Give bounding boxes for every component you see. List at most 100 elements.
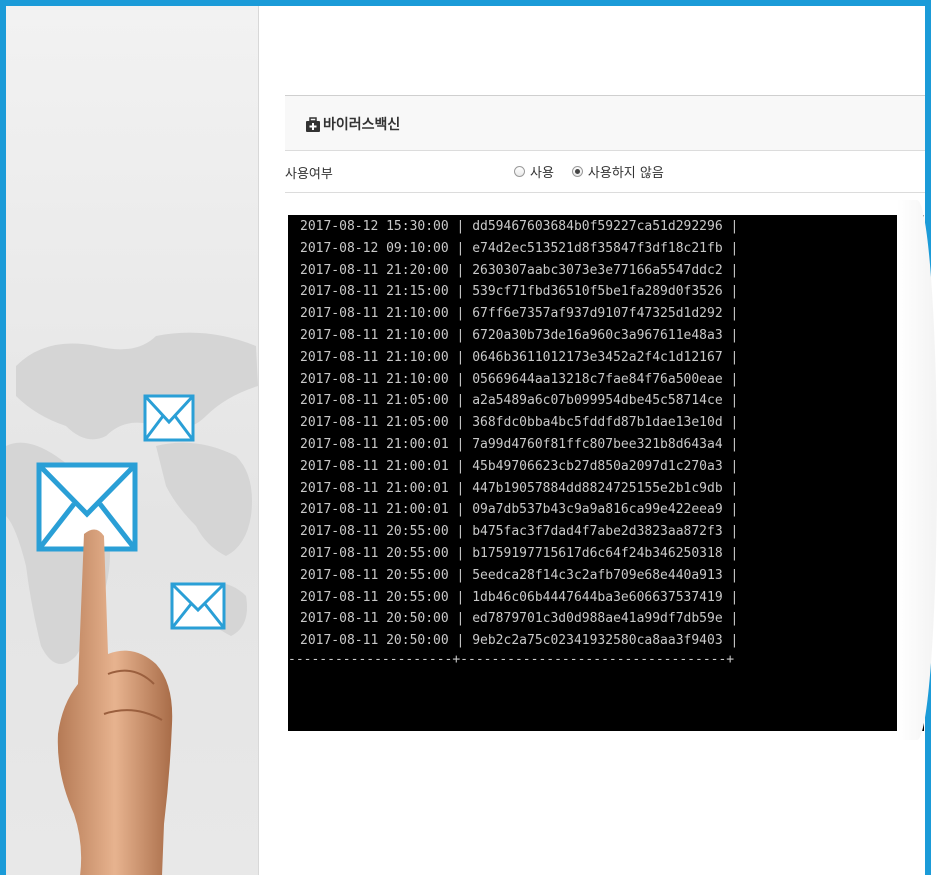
terminal-row: 2017-08-11 21:10:00 | 05669644aa13218c7f… bbox=[300, 369, 738, 390]
column-separator: | bbox=[722, 611, 739, 627]
terminal-time: 2017-08-11 21:10:00 bbox=[300, 371, 449, 387]
column-separator: | bbox=[722, 567, 739, 583]
column-separator: | bbox=[448, 589, 473, 605]
column-separator: | bbox=[722, 240, 739, 256]
terminal-time: 2017-08-11 21:10:00 bbox=[300, 349, 449, 365]
usage-label: 사용여부 bbox=[285, 167, 333, 182]
radio-not-use-label[interactable]: 사용하지 않음 bbox=[588, 162, 664, 181]
terminal-row: 2017-08-11 21:00:01 | 45b49706623cb27d85… bbox=[300, 456, 738, 477]
terminal-hash: 9eb2c2a75c02341932580ca8aa3f9403 bbox=[472, 633, 723, 649]
terminal-hash: 0646b3611012173e3452a2f4c1d12167 bbox=[472, 349, 723, 365]
terminal-hash: b1759197715617d6c64f24b346250318 bbox=[472, 546, 723, 561]
terminal-time: 2017-08-11 20:55:00 bbox=[300, 524, 449, 540]
terminal-row: 2017-08-12 09:10:00 | e74d2ec513521d8f35… bbox=[300, 238, 738, 259]
column-separator: | bbox=[722, 284, 739, 300]
terminal-time: 2017-08-12 09:10:00 bbox=[300, 240, 449, 256]
column-separator: | bbox=[448, 240, 473, 256]
column-separator: | bbox=[448, 502, 473, 518]
column-separator: | bbox=[448, 524, 473, 540]
main-content: 바이러스백신 사용여부 사용 사용하지 않음 2017-08-12 15:30:… bbox=[258, 6, 925, 875]
terminal-time: 2017-08-11 21:00:01 bbox=[300, 502, 449, 518]
terminal-time: 2017-08-11 21:05:00 bbox=[300, 393, 449, 409]
column-separator: | bbox=[722, 437, 739, 452]
column-separator: | bbox=[448, 349, 473, 365]
terminal-hash: 447b19057884dd8824725155e2b1c9db bbox=[472, 480, 723, 496]
terminal-row: 2017-08-11 20:55:00 | b1759197715617d6c6… bbox=[300, 543, 738, 564]
terminal-row: 2017-08-12 15:30:00 | dd59467603684b0f59… bbox=[300, 216, 738, 237]
column-separator: | bbox=[722, 371, 739, 387]
terminal-row: 2017-08-11 21:05:00 | 368fdc0bba4bc5fddf… bbox=[300, 412, 738, 433]
terminal-footer-separator: ---------------------+------------------… bbox=[288, 652, 735, 667]
column-separator: | bbox=[448, 546, 473, 561]
column-separator: | bbox=[722, 262, 739, 278]
terminal-hash: 7a99d4760f81ffc807bee321b8d643a4 bbox=[472, 437, 723, 452]
decorative-banner bbox=[6, 6, 259, 875]
column-separator: | bbox=[448, 284, 473, 300]
column-separator: | bbox=[448, 371, 473, 387]
terminal-hash: 2630307aabc3073e3e77166a5547ddc2 bbox=[472, 262, 723, 278]
column-separator: | bbox=[722, 306, 739, 322]
column-separator: | bbox=[722, 480, 739, 496]
terminal-hash: 67ff6e7357af937d9107f47325d1d292 bbox=[472, 306, 723, 322]
column-separator: | bbox=[722, 633, 739, 649]
terminal-time: 2017-08-11 20:50:00 bbox=[300, 633, 449, 649]
terminal-hash: ed7879701c3d0d988ae41a99df7db59e bbox=[472, 611, 723, 627]
terminal-hash: 09a7db537b43c9a9a816ca99e422eea9 bbox=[472, 502, 723, 518]
terminal-row: 2017-08-11 21:00:01 | 7a99d4760f81ffc807… bbox=[300, 434, 738, 455]
terminal-time: 2017-08-11 20:55:00 bbox=[300, 546, 449, 561]
terminal-hash: 05669644aa13218c7fae84f76a500eae bbox=[472, 371, 723, 387]
terminal-time: 2017-08-11 21:00:01 bbox=[300, 480, 449, 496]
terminal-hash: a2a5489a6c07b099954dbe45c58714ce bbox=[472, 393, 723, 409]
column-separator: | bbox=[722, 415, 739, 431]
column-separator: | bbox=[722, 458, 739, 474]
terminal-row: 2017-08-11 21:10:00 | 6720a30b73de16a960… bbox=[300, 325, 738, 346]
terminal-time: 2017-08-11 21:15:00 bbox=[300, 284, 449, 300]
terminal-row: 2017-08-11 20:55:00 | 1db46c06b4447644ba… bbox=[300, 587, 738, 608]
usage-radio-group: 사용 사용하지 않음 bbox=[514, 162, 682, 181]
column-separator: | bbox=[448, 306, 473, 322]
terminal-hash: 5eedca28f14c3c2afb709e68e440a913 bbox=[472, 567, 723, 583]
terminal-hash: 1db46c06b4447644ba3e606637537419 bbox=[472, 589, 723, 605]
terminal-row: 2017-08-11 21:10:00 | 67ff6e7357af937d91… bbox=[300, 303, 738, 324]
usage-setting-row: 사용여부 사용 사용하지 않음 bbox=[285, 151, 925, 193]
terminal-time: 2017-08-11 21:00:01 bbox=[300, 458, 449, 474]
terminal-output: 2017-08-12 15:30:00 | dd59467603684b0f59… bbox=[288, 215, 924, 731]
column-separator: | bbox=[722, 524, 739, 540]
radio-use[interactable] bbox=[514, 166, 525, 177]
section-header: 바이러스백신 bbox=[285, 95, 925, 151]
column-separator: | bbox=[448, 262, 473, 278]
terminal-time: 2017-08-11 21:10:00 bbox=[300, 306, 449, 322]
terminal-row: 2017-08-11 21:20:00 | 2630307aabc3073e3e… bbox=[300, 260, 738, 281]
terminal-time: 2017-08-11 20:55:00 bbox=[300, 567, 449, 583]
radio-use-label[interactable]: 사용 bbox=[530, 162, 554, 181]
section-title: 바이러스백신 bbox=[323, 117, 401, 133]
terminal-time: 2017-08-11 21:20:00 bbox=[300, 262, 449, 278]
column-separator: | bbox=[448, 611, 473, 627]
terminal-time: 2017-08-11 21:10:00 bbox=[300, 328, 449, 343]
radio-not-use[interactable] bbox=[571, 166, 583, 177]
terminal-hash: e74d2ec513521d8f35847f3df18c21fb bbox=[472, 240, 723, 256]
terminal-time: 2017-08-12 15:30:00 bbox=[300, 219, 449, 234]
terminal-row: 2017-08-11 21:15:00 | 539cf71fbd36510f5b… bbox=[300, 281, 738, 302]
column-separator: | bbox=[448, 219, 473, 234]
terminal-hash: dd59467603684b0f59227ca51d292296 bbox=[472, 219, 723, 234]
pointing-hand-icon bbox=[57, 529, 173, 875]
column-separator: | bbox=[448, 480, 473, 496]
terminal-hash: 539cf71fbd36510f5be1fa289d0f3526 bbox=[472, 284, 723, 300]
column-separator: | bbox=[448, 458, 473, 474]
terminal-time: 2017-08-11 20:50:00 bbox=[300, 611, 449, 627]
terminal-hash: b475fac3f7dad4f7abe2d3823aa872f3 bbox=[472, 524, 723, 540]
column-separator: | bbox=[722, 219, 739, 234]
terminal-time: 2017-08-11 20:55:00 bbox=[300, 589, 449, 605]
column-separator: | bbox=[722, 502, 739, 518]
terminal-row: 2017-08-11 20:50:00 | ed7879701c3d0d988a… bbox=[300, 608, 738, 629]
column-separator: | bbox=[722, 349, 739, 365]
terminal-row: 2017-08-11 20:55:00 | 5eedca28f14c3c2afb… bbox=[300, 565, 738, 586]
terminal-row: 2017-08-11 21:10:00 | 0646b3611012173e34… bbox=[300, 347, 738, 368]
terminal-row: 2017-08-11 20:50:00 | 9eb2c2a75c02341932… bbox=[300, 630, 738, 651]
column-separator: | bbox=[722, 393, 739, 409]
terminal-time: 2017-08-11 21:00:01 bbox=[300, 437, 449, 452]
column-separator: | bbox=[722, 328, 739, 343]
decorative-arc bbox=[897, 200, 937, 740]
terminal-row: 2017-08-11 21:00:01 | 447b19057884dd8824… bbox=[300, 478, 738, 499]
